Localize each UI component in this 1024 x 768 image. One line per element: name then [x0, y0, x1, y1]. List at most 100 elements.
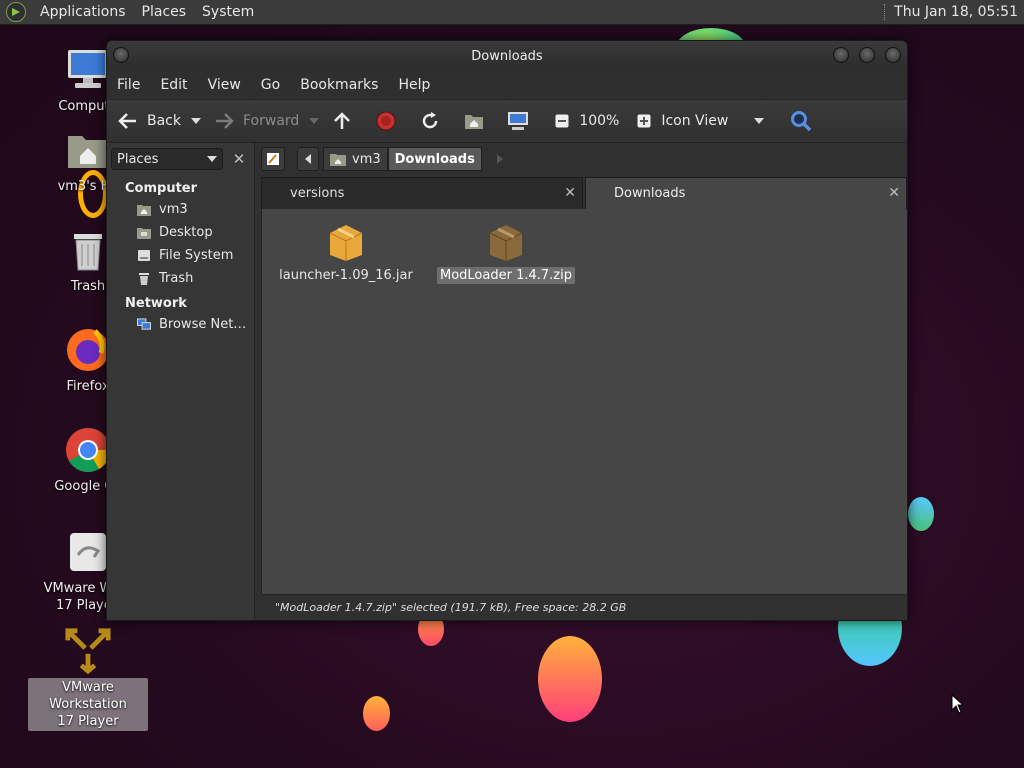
close-tab-icon[interactable]: ✕ — [888, 185, 900, 201]
zoom-out-icon — [551, 110, 573, 132]
home-folder-icon — [463, 110, 485, 132]
file-view[interactable]: launcher-1.09_16.jar ModLoader 1.4.7.zip — [261, 209, 907, 594]
zip-package-icon — [489, 225, 523, 261]
distro-logo-icon[interactable] — [6, 2, 26, 22]
menubar: File Edit View Go Bookmarks Help — [107, 71, 907, 99]
decorative-bubble — [538, 636, 602, 722]
window-body: Places ✕ Computer vm3 Desktop File Syste… — [107, 143, 907, 620]
tab-label: versions — [290, 186, 345, 201]
zoom-level: 100% — [579, 113, 620, 129]
sidebar-item-desktop[interactable]: Desktop — [107, 221, 254, 244]
vmware-installer-icon — [64, 626, 112, 674]
menu-view[interactable]: View — [198, 77, 251, 93]
sidebar: Places ✕ Computer vm3 Desktop File Syste… — [107, 143, 255, 620]
menu-go[interactable]: Go — [251, 77, 290, 93]
path-crumb-downloads[interactable]: Downloads — [387, 147, 482, 171]
drive-icon — [137, 249, 151, 263]
sidebar-mode-select[interactable]: Places — [111, 148, 223, 170]
sidebar-item-browse-network[interactable]: Browse Net… — [107, 313, 254, 336]
zoom-in-icon — [633, 110, 655, 132]
back-history-dropdown[interactable] — [191, 118, 201, 124]
up-button[interactable] — [331, 110, 361, 132]
computer-icon — [64, 46, 112, 94]
sidebar-item-label: Desktop — [159, 225, 213, 240]
clock[interactable]: Thu Jan 18, 05:51 — [894, 4, 1024, 20]
sidebar-mode-value: Places — [117, 151, 159, 167]
decorative-bubble — [908, 497, 934, 531]
desktop-icon-label: VMware Workstation 17 Player — [28, 678, 148, 731]
up-arrow-icon — [331, 110, 353, 132]
mouse-pointer-icon — [951, 694, 965, 714]
desktop-icon-label: Firefox — [66, 379, 110, 394]
sidebar-item-file-system[interactable]: File System — [107, 244, 254, 267]
file-name: launcher-1.09_16.jar — [279, 268, 413, 283]
reload-button[interactable] — [419, 110, 449, 132]
sidebar-item-label: File System — [159, 248, 234, 263]
system-menu[interactable]: System — [194, 4, 262, 20]
network-icon — [137, 318, 151, 332]
menu-file[interactable]: File — [107, 77, 150, 93]
sidebar-item-vm3[interactable]: vm3 — [107, 198, 254, 221]
applications-menu[interactable]: Applications — [32, 4, 134, 20]
toggle-location-entry-button[interactable] — [261, 147, 285, 171]
sidebar-item-trash[interactable]: Trash — [107, 267, 254, 290]
stop-icon — [375, 110, 397, 132]
status-text: "ModLoader 1.4.7.zip" selected (191.7 kB… — [275, 601, 627, 614]
menu-help[interactable]: Help — [388, 77, 440, 93]
tab-versions[interactable]: versions ✕ — [261, 177, 583, 209]
home-icon — [137, 203, 151, 217]
file-item[interactable]: ModLoader 1.4.7.zip — [436, 221, 576, 284]
tab-label: Downloads — [614, 186, 686, 201]
minimize-button[interactable] — [833, 47, 849, 63]
chevron-right-icon[interactable] — [496, 154, 504, 164]
chevron-left-icon — [305, 154, 311, 164]
forward-label: Forward — [243, 113, 300, 129]
path-crumb-label: Downloads — [394, 151, 475, 167]
computer-button[interactable] — [507, 110, 537, 132]
places-menu[interactable]: Places — [134, 4, 195, 20]
home-button[interactable] — [463, 110, 493, 132]
forward-history-dropdown[interactable] — [309, 118, 320, 124]
menu-edit[interactable]: Edit — [150, 77, 197, 93]
window-titlebar[interactable]: Downloads — [107, 41, 907, 71]
maximize-button[interactable] — [859, 47, 875, 63]
desktop-icon-label: Trash — [70, 279, 106, 294]
tab-downloads[interactable]: Downloads ✕ — [585, 177, 907, 209]
firefox-icon — [64, 326, 112, 374]
file-item[interactable]: launcher-1.09_16.jar — [276, 221, 416, 284]
desktop-icon — [137, 226, 151, 240]
panel-separator — [884, 4, 888, 20]
search-button[interactable] — [790, 110, 820, 132]
trash-icon — [137, 272, 151, 286]
view-mode-selector[interactable]: Icon View — [633, 110, 776, 132]
back-button[interactable]: Back — [117, 110, 181, 132]
sidebar-heading-network: Network — [125, 296, 187, 311]
forward-arrow-icon — [213, 110, 235, 132]
location-bar: vm3 Downloads — [255, 143, 907, 175]
file-name: ModLoader 1.4.7.zip — [437, 267, 575, 284]
sidebar-item-label: vm3 — [159, 202, 188, 217]
path-scroll-left-button[interactable] — [297, 147, 319, 171]
trash-icon — [64, 226, 112, 274]
back-arrow-icon — [117, 110, 139, 132]
stop-button[interactable] — [375, 110, 405, 132]
menu-bookmarks[interactable]: Bookmarks — [290, 77, 388, 93]
top-panel: Applications Places System Thu Jan 18, 0… — [0, 0, 1024, 25]
desktop-icon-vmware-installer[interactable]: VMware Workstation 17 Player — [28, 626, 148, 731]
sidebar-item-label: Browse Net… — [159, 317, 247, 332]
toolbar: Back Forward 100% Icon View — [107, 99, 907, 143]
sidebar-close-icon[interactable]: ✕ — [229, 149, 249, 169]
vmware-launcher-icon — [64, 528, 112, 576]
back-label: Back — [147, 113, 181, 129]
path-crumb-vm3[interactable]: vm3 — [323, 147, 388, 171]
home-folder-icon — [64, 126, 112, 174]
window-menu-button[interactable] — [113, 47, 129, 63]
close-tab-icon[interactable]: ✕ — [564, 185, 576, 201]
zoom-control[interactable]: 100% — [551, 110, 619, 132]
edit-location-icon — [267, 153, 279, 165]
view-mode-dropdown-icon — [754, 118, 765, 124]
sidebar-header: Places ✕ — [107, 143, 254, 175]
close-button[interactable] — [885, 47, 901, 63]
forward-button[interactable]: Forward — [213, 110, 299, 132]
window-title: Downloads — [471, 48, 543, 64]
